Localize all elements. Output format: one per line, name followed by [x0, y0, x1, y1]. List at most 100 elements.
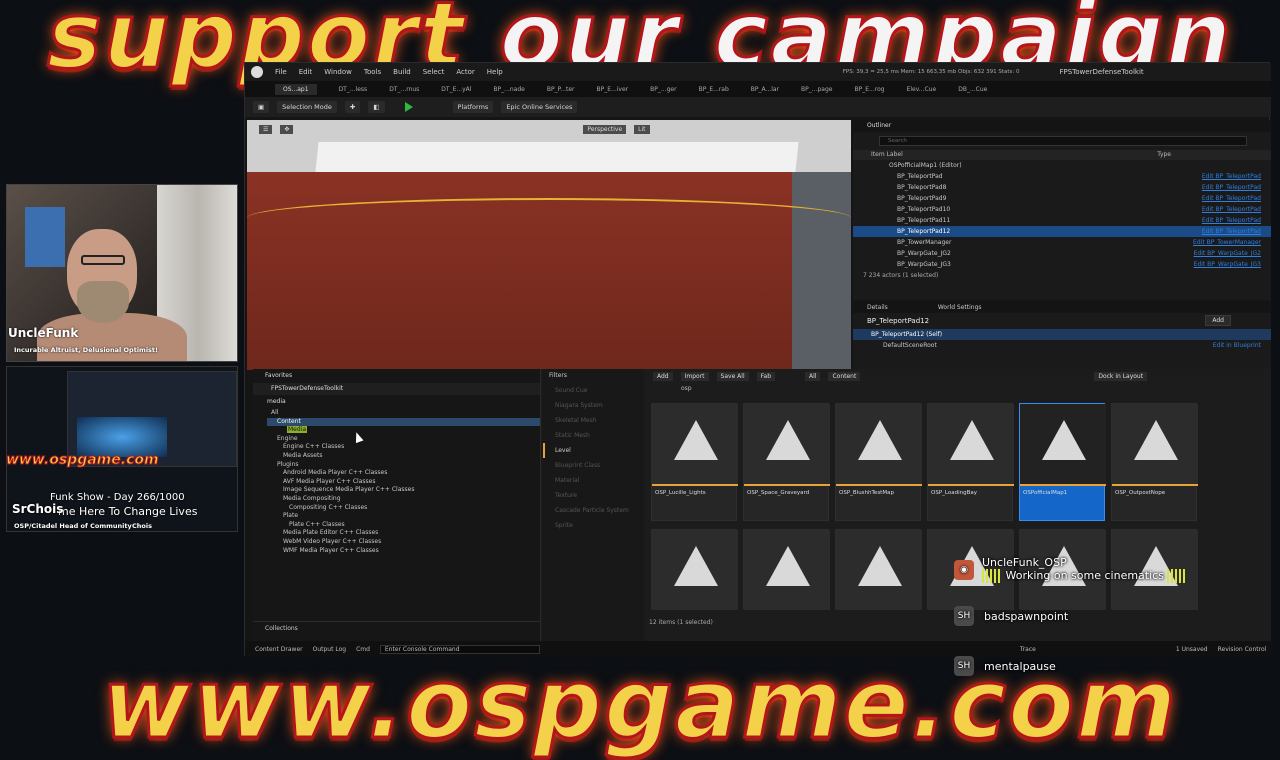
path-all[interactable]: All [805, 371, 821, 381]
asset-tile[interactable]: OSP_BlushhTestMap [835, 403, 922, 521]
import-button[interactable]: Import [680, 371, 709, 381]
edit-in-blueprint-link[interactable]: Edit in Blueprint [1213, 340, 1261, 351]
outliner-search-input[interactable]: Search [879, 136, 1247, 146]
trace-button[interactable]: Trace [1020, 646, 1036, 653]
dock-in-layout-button[interactable]: Dock in Layout [1094, 371, 1148, 381]
tab-asset[interactable]: DT_...less [339, 86, 368, 93]
outliner-root-row[interactable]: OSPofficialMap1 (Editor) [853, 160, 1271, 171]
tree-item[interactable]: WMF Media Player C++ Classes [267, 547, 540, 556]
epic-online-services-button[interactable]: Epic Online Services [501, 101, 578, 113]
table-row[interactable]: BP_WarpGate_JG3 Edit BP_WarpGate_JG3 [853, 259, 1271, 270]
table-row[interactable]: BP_WarpGate_JG2 Edit BP_WarpGate_JG2 [853, 248, 1271, 259]
tab-world-settings[interactable]: World Settings [938, 304, 982, 311]
table-row[interactable]: BP_TeleportPad Edit BP_TeleportPad [853, 171, 1271, 182]
tree-item[interactable]: Compositing C++ Classes [267, 504, 540, 513]
filter-item[interactable]: Material [543, 473, 643, 488]
tree-item[interactable]: AVF Media Player C++ Classes [267, 478, 540, 487]
tree-item[interactable]: Media Compositing [267, 495, 540, 504]
asset-tile[interactable]: OSP_Space_Graveyard [743, 403, 830, 521]
table-row[interactable]: BP_TeleportPad11 Edit BP_TeleportPad [853, 215, 1271, 226]
add-actor-icon[interactable]: ✚ [344, 101, 361, 113]
row-type-link[interactable]: Edit BP_TowerManager [1193, 237, 1261, 248]
menu-edit[interactable]: Edit [299, 68, 313, 76]
asset-tile[interactable] [651, 529, 738, 610]
favorites-header[interactable]: Favorites [253, 369, 540, 383]
tree-item[interactable]: Media Assets [267, 452, 540, 461]
transform-icon[interactable]: ✥ [280, 124, 294, 134]
col-item-label[interactable]: Item Label [871, 150, 903, 160]
menu-file[interactable]: File [275, 68, 287, 76]
cmd-dropdown[interactable]: Cmd [356, 646, 370, 653]
menu-window[interactable]: Window [324, 68, 352, 76]
row-type-link[interactable]: Edit BP_WarpGate_JG3 [1194, 259, 1261, 270]
tab-asset[interactable]: DT_E...yAl [441, 86, 471, 93]
tree-item[interactable]: All [267, 409, 540, 418]
row-type-link[interactable]: Edit BP_WarpGate_JG2 [1194, 248, 1261, 259]
tab-asset[interactable]: DT_...rnus [389, 86, 419, 93]
component-self-row[interactable]: BP_TeleportPad12 (Self) [853, 329, 1271, 340]
tab-asset[interactable]: BP_E...rog [855, 86, 885, 93]
asset-tile-selected[interactable]: OSPofficialMap1 [1019, 403, 1106, 521]
tree-item[interactable]: Engine C++ Classes [267, 443, 540, 452]
filter-item[interactable]: Static Mesh [543, 428, 643, 443]
tab-asset[interactable]: BP_E...rab [699, 86, 729, 93]
filter-item[interactable]: Sound Cue [543, 383, 643, 398]
collections-header[interactable]: Collections [253, 621, 541, 635]
table-row[interactable]: BP_TeleportPad10 Edit BP_TeleportPad [853, 204, 1271, 215]
menu-build[interactable]: Build [393, 68, 411, 76]
selection-mode-button[interactable]: Selection Mode [277, 101, 337, 113]
output-log-button[interactable]: Output Log [313, 646, 346, 653]
col-type[interactable]: Type [1157, 150, 1171, 160]
revision-control-button[interactable]: Revision Control [1218, 646, 1267, 653]
tree-item[interactable]: Plugins [267, 461, 540, 470]
path-content[interactable]: Content [828, 371, 861, 381]
row-type-link[interactable]: Edit BP_TeleportPad [1202, 226, 1261, 237]
add-component-button[interactable]: Add [1205, 315, 1231, 326]
viewport-menu-icon[interactable]: ☰ [259, 124, 273, 134]
menu-help[interactable]: Help [487, 68, 503, 76]
blueprint-icon[interactable]: ◧ [368, 101, 385, 113]
menu-select[interactable]: Select [423, 68, 445, 76]
menu-actor[interactable]: Actor [456, 68, 474, 76]
tree-item[interactable]: Media [267, 426, 540, 435]
tree-item-selected[interactable]: Content [267, 417, 540, 427]
asset-tile[interactable]: OSP_LoadingBay [927, 403, 1014, 521]
tab-asset[interactable]: BP_...page [801, 86, 832, 93]
component-row[interactable]: DefaultSceneRoot Edit in Blueprint [853, 340, 1271, 351]
row-type-link[interactable]: Edit BP_TeleportPad [1202, 171, 1261, 182]
asset-tile[interactable]: OSP_OutpostNope [1111, 403, 1198, 521]
table-row-selected[interactable]: BP_TeleportPad12 Edit BP_TeleportPad [853, 226, 1271, 237]
tab-map[interactable]: OS...ap1 [275, 83, 317, 95]
row-type-link[interactable]: Edit BP_TeleportPad [1202, 182, 1261, 193]
platforms-button[interactable]: Platforms [452, 101, 494, 113]
perspective-button[interactable]: Perspective [583, 124, 627, 134]
tab-asset[interactable]: BP_...ger [650, 86, 676, 93]
filter-item[interactable]: Sprite [543, 518, 643, 533]
asset-tile[interactable]: OSP_Lucille_Lights [651, 403, 738, 521]
menu-tools[interactable]: Tools [364, 68, 381, 76]
active-filter-tag[interactable]: osp [645, 383, 1271, 395]
tab-asset[interactable]: BP_A...lar [751, 86, 779, 93]
tree-item[interactable]: Image Sequence Media Player C++ Classes [267, 486, 540, 495]
filter-item[interactable]: Blueprint Class [543, 458, 643, 473]
ue-logo-icon[interactable] [251, 66, 263, 78]
filter-item-active[interactable]: Level [543, 443, 643, 458]
folder-search-input[interactable]: media [267, 397, 530, 407]
play-icon[interactable] [404, 102, 413, 112]
unsaved-indicator[interactable]: 1 Unsaved [1176, 646, 1208, 653]
row-type-link[interactable]: Edit BP_TeleportPad [1202, 193, 1261, 204]
tab-asset[interactable]: BP_P...ter [547, 86, 575, 93]
filter-item[interactable]: Skeletal Mesh [543, 413, 643, 428]
tab-asset[interactable]: Elev...Cue [907, 86, 937, 93]
tree-item[interactable]: WebM Video Player C++ Classes [267, 538, 540, 547]
content-drawer-button[interactable]: Content Drawer [255, 646, 303, 653]
filter-item[interactable]: Texture [543, 488, 643, 503]
add-button[interactable]: Add [653, 371, 673, 381]
filter-item[interactable]: Cascade Particle System [543, 503, 643, 518]
row-type-link[interactable]: Edit BP_TeleportPad [1202, 204, 1261, 215]
fab-button[interactable]: Fab [756, 371, 776, 381]
table-row[interactable]: BP_TeleportPad9 Edit BP_TeleportPad [853, 193, 1271, 204]
table-row[interactable]: BP_TeleportPad8 Edit BP_TeleportPad [853, 182, 1271, 193]
lit-button[interactable]: Lit [634, 124, 650, 134]
tab-asset[interactable]: BP_...nade [493, 86, 524, 93]
